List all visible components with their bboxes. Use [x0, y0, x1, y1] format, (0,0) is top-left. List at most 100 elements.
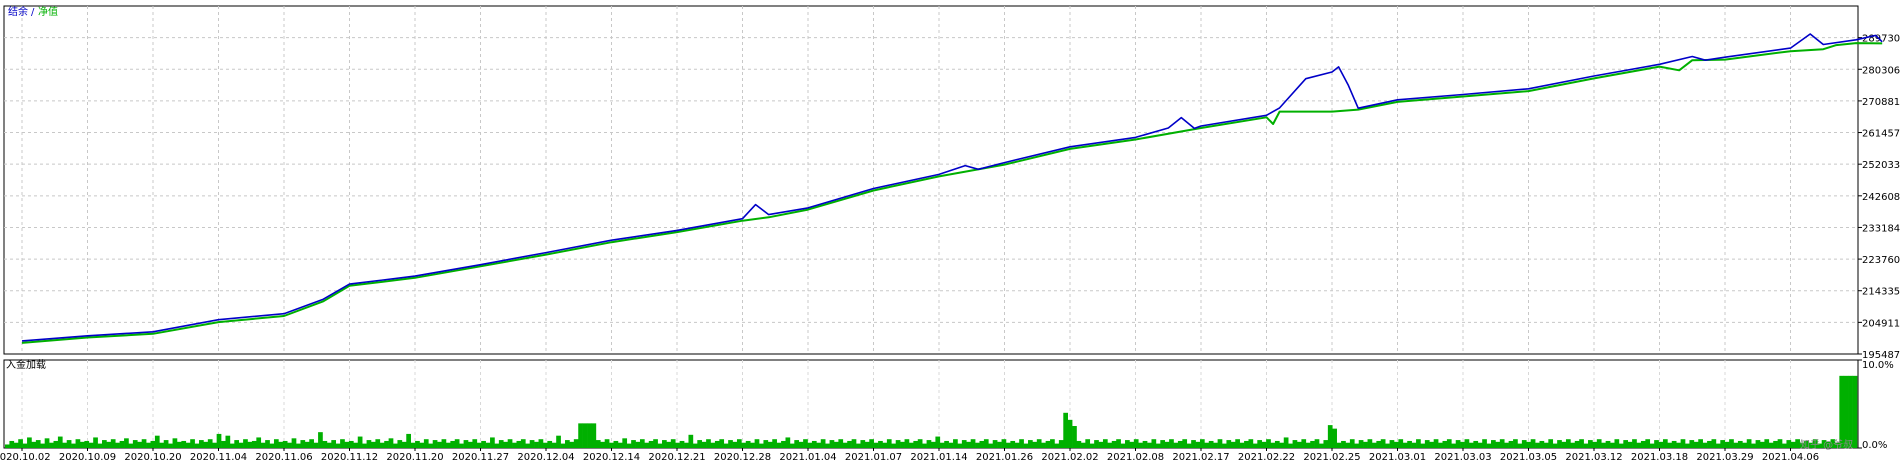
load-bar	[124, 438, 129, 448]
load-bar	[481, 440, 486, 448]
load-bar	[234, 440, 240, 448]
x-tick-label: 2020.12.21	[648, 452, 705, 461]
load-bar	[591, 423, 597, 448]
load-bar	[1199, 439, 1205, 448]
load-bar	[128, 443, 134, 448]
load-bar	[1252, 443, 1258, 448]
load-bar	[1244, 440, 1249, 448]
load-bar	[309, 439, 314, 448]
load-bar	[1438, 442, 1443, 448]
load-bar	[1164, 441, 1170, 448]
load-bar	[1248, 439, 1254, 448]
load-bar	[833, 441, 839, 448]
load-bar	[115, 442, 120, 448]
load-bar	[1786, 440, 1792, 448]
load-bar	[1561, 441, 1567, 448]
load-bar	[282, 440, 288, 448]
load-bar	[825, 443, 830, 448]
load-bar	[988, 443, 994, 448]
load-bar	[1605, 440, 1611, 448]
load-bar	[842, 442, 848, 448]
load-bar	[243, 439, 248, 448]
load-bar	[1288, 443, 1293, 448]
load-bar	[1023, 443, 1029, 448]
load-bar	[225, 435, 231, 448]
load-bar	[40, 443, 45, 448]
load-bar	[79, 441, 85, 448]
load-bar	[119, 440, 125, 448]
load-bar	[900, 441, 905, 448]
load-bar	[1125, 440, 1130, 448]
load-bar	[1543, 442, 1549, 448]
load-bar	[1420, 443, 1426, 448]
load-bar	[895, 440, 901, 448]
x-tick-label: 2021.03.03	[1434, 452, 1491, 461]
load-bar	[1610, 442, 1615, 448]
load-bar	[445, 442, 451, 448]
load-bar	[1032, 441, 1038, 448]
load-bar	[88, 442, 94, 448]
load-bar	[1513, 439, 1518, 448]
load-bar	[1411, 442, 1417, 448]
load-bar	[1737, 440, 1743, 448]
load-bar	[1839, 375, 1845, 448]
load-bar	[1054, 443, 1060, 448]
load-bar	[926, 440, 932, 448]
load-bar	[154, 435, 160, 448]
load-bar	[1764, 439, 1770, 448]
load-bar	[110, 439, 116, 448]
load-bar	[1116, 439, 1121, 448]
load-bar	[582, 423, 588, 448]
load-bar	[463, 440, 469, 448]
x-tick-label: 2020.12.28	[714, 452, 771, 461]
x-tick-label: 2021.04.06	[1762, 452, 1819, 461]
load-bar	[829, 440, 835, 448]
load-bar	[569, 441, 575, 448]
load-bar	[1746, 439, 1752, 448]
sub-plot-frame	[3, 359, 1859, 449]
load-bar	[604, 439, 610, 448]
load-bar	[344, 441, 350, 448]
load-bar	[1407, 440, 1412, 448]
load-bar	[1416, 439, 1421, 448]
load-bar	[635, 441, 641, 448]
load-bar	[406, 433, 411, 448]
load-bar	[595, 440, 601, 448]
load-bar	[1173, 442, 1179, 448]
load-bar	[1848, 375, 1853, 448]
load-bar	[767, 441, 773, 448]
load-bar	[781, 440, 786, 448]
load-bar	[851, 439, 857, 448]
load-bar	[141, 439, 147, 448]
load-bar	[1028, 440, 1033, 448]
load-bar	[212, 442, 217, 448]
load-bar	[931, 441, 936, 448]
load-bar	[789, 443, 795, 448]
load-bar	[472, 439, 478, 448]
load-bar	[1341, 440, 1346, 448]
load-bar	[335, 443, 341, 448]
x-tick-label: 2020.11.12	[321, 452, 378, 461]
load-bar	[1010, 440, 1016, 448]
load-bar	[803, 439, 808, 448]
load-bar	[542, 442, 548, 448]
load-bar	[1195, 441, 1201, 448]
load-bar	[84, 440, 90, 448]
load-bar	[922, 443, 927, 448]
load-bar	[498, 440, 504, 448]
load-bar	[203, 441, 209, 448]
load-bar	[71, 443, 76, 448]
load-bar	[1548, 439, 1554, 448]
chart-legend: 结余 / 净值	[8, 5, 58, 18]
load-bar	[860, 440, 866, 448]
load-bar	[362, 443, 367, 448]
load-bar	[1782, 443, 1787, 448]
load-bar	[1111, 440, 1117, 448]
x-tick-label: 2021.01.04	[779, 452, 836, 461]
load-bar	[556, 435, 561, 448]
load-bar	[75, 439, 81, 448]
load-bar	[957, 443, 963, 448]
load-bar	[265, 440, 270, 448]
load-bar	[1301, 439, 1307, 448]
load-bar	[794, 440, 800, 448]
